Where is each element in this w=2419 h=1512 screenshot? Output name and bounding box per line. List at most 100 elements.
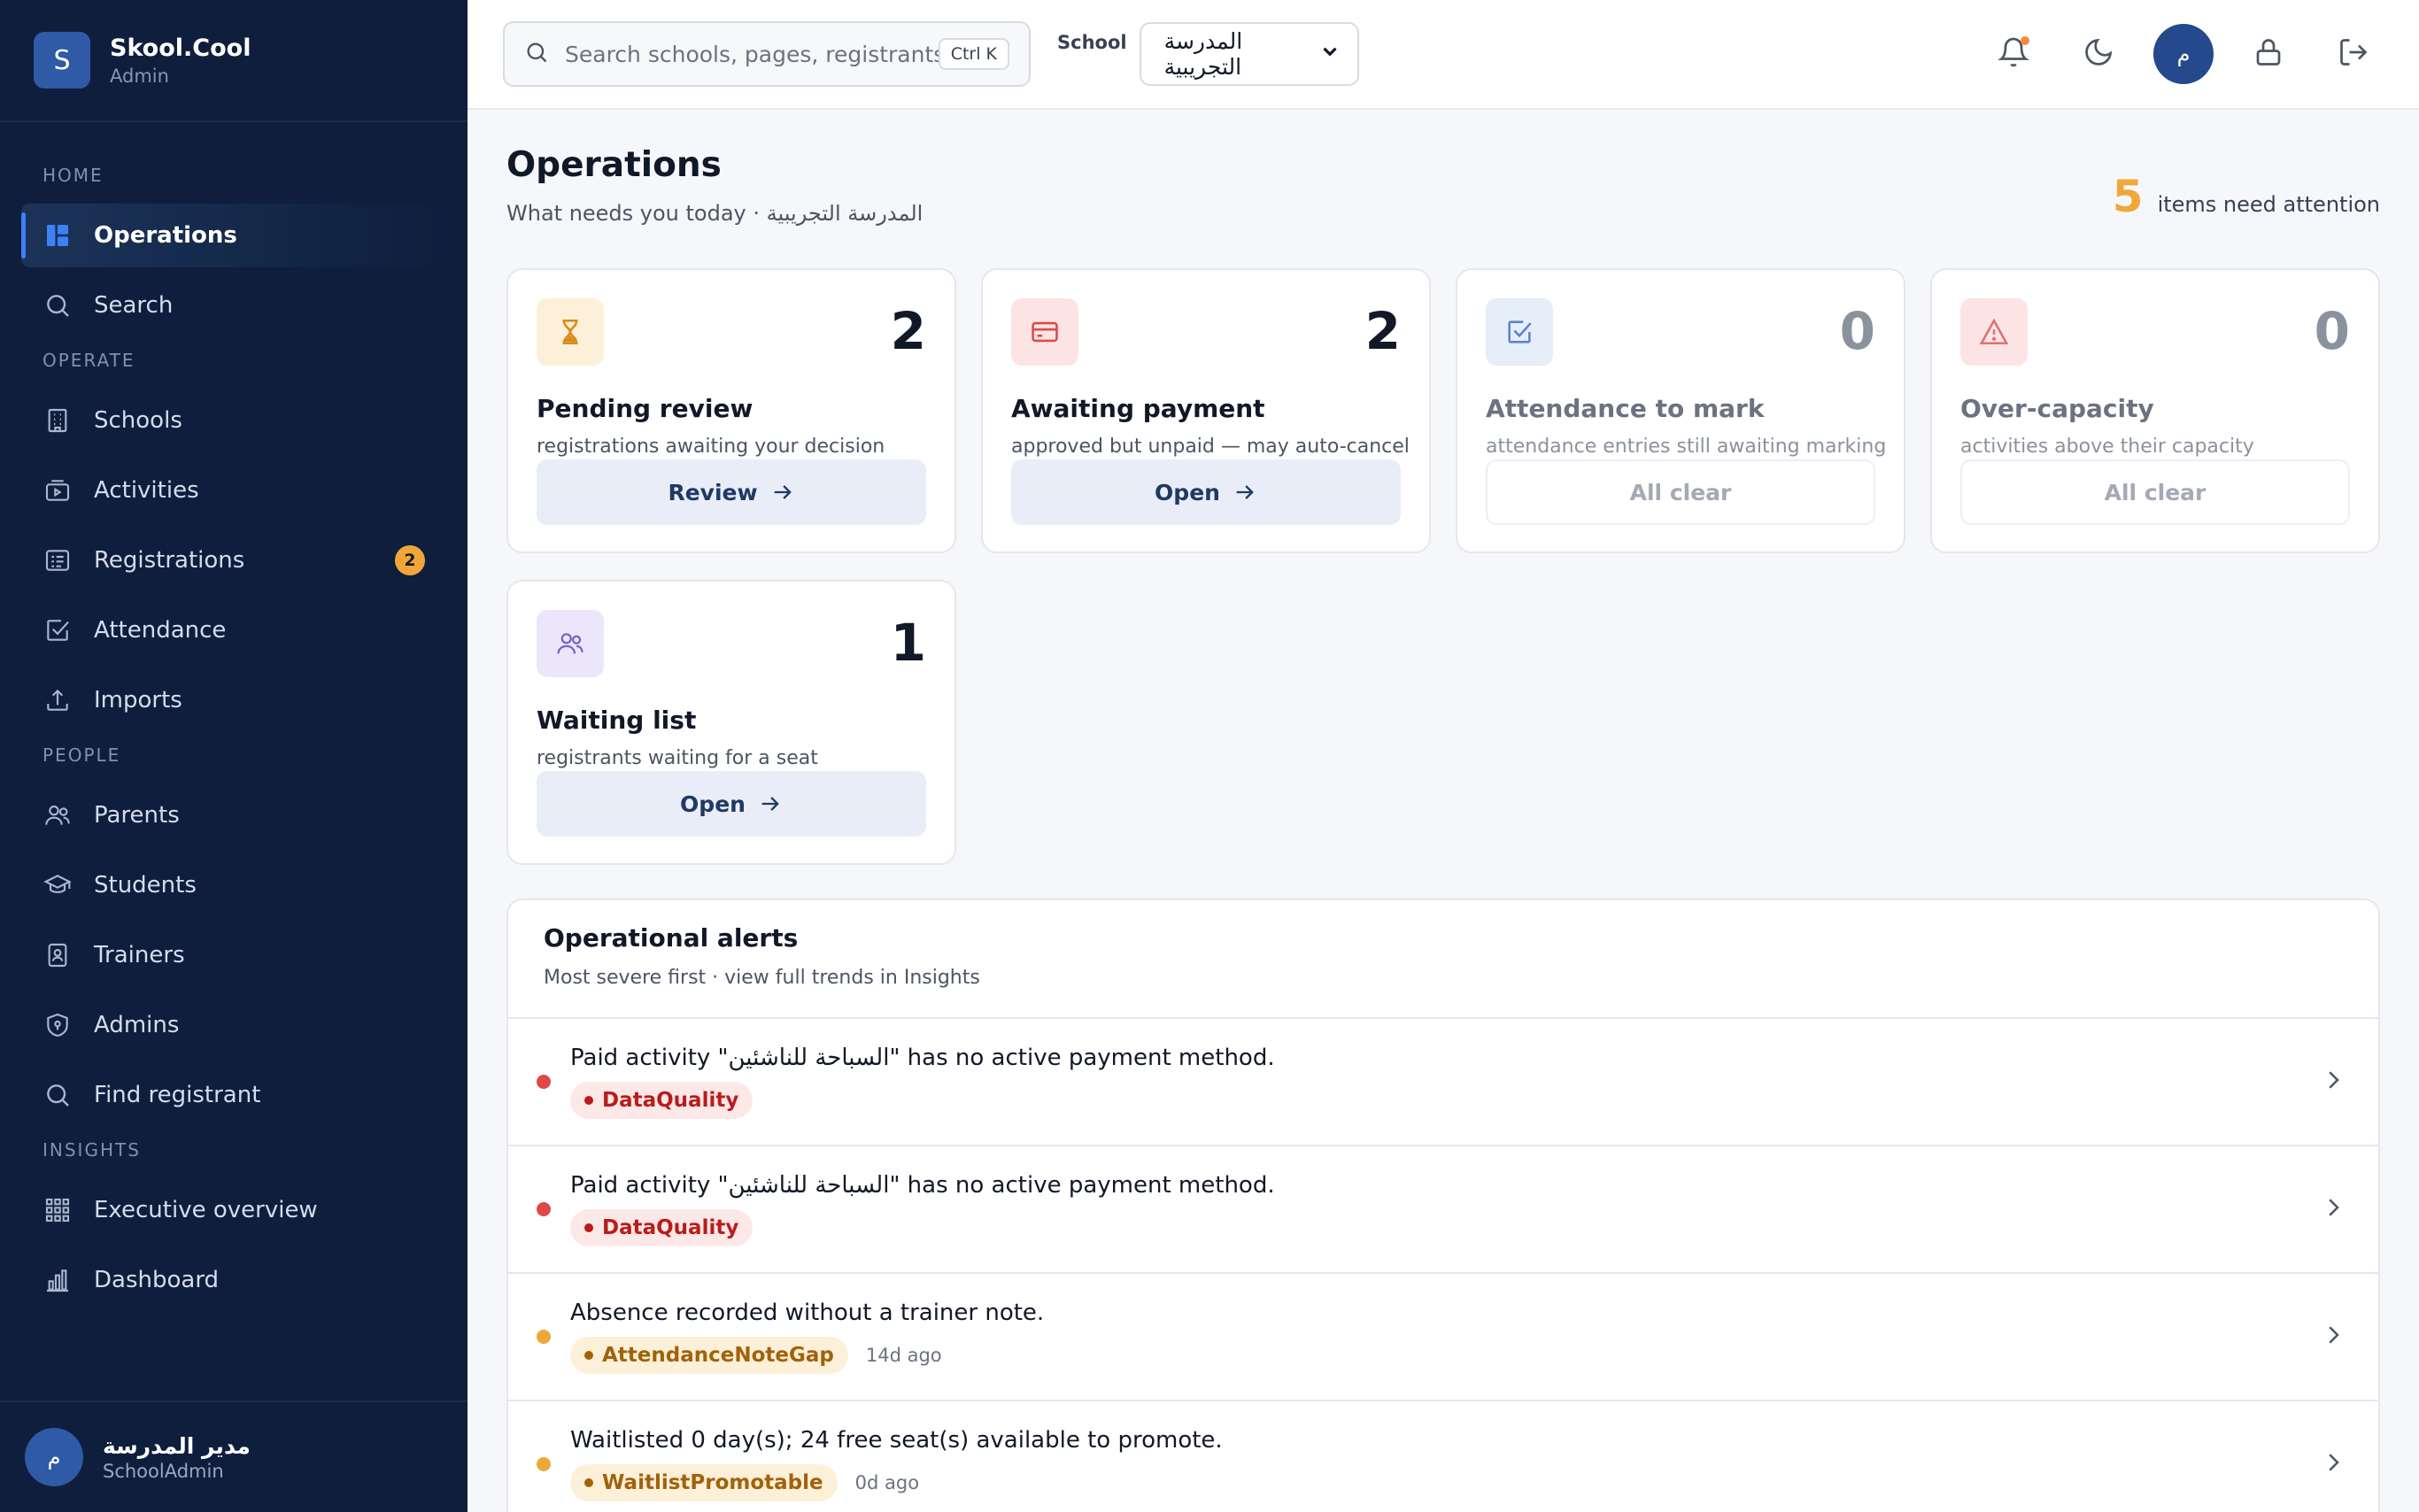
current-user[interactable]: م مدير المدرسة SchoolAdmin — [0, 1400, 468, 1512]
review-button[interactable]: Review — [537, 459, 926, 525]
sidebar-item-imports[interactable]: Imports — [21, 668, 446, 732]
sidebar-item-executive-overview[interactable]: Executive overview — [21, 1178, 446, 1242]
sidebar-item-search[interactable]: Search — [21, 274, 446, 337]
alerts-title: Operational alerts — [544, 923, 799, 953]
nav-group-people: PEOPLE Parents Students Trainers Admins Find … — [0, 744, 468, 1127]
alert-row[interactable]: Paid activity "السباحة للناشئين" has no … — [508, 1019, 2378, 1146]
task-card-pending-review: 2 Pending review registrations awaiting … — [506, 268, 956, 553]
check-square-icon — [1486, 298, 1553, 366]
sidebar-item-label: Registrations — [94, 547, 245, 574]
severity-dot — [537, 1075, 551, 1089]
tag-dot — [584, 1478, 593, 1487]
sidebar-item-label: Operations — [94, 222, 237, 249]
card-count: 0 — [2314, 301, 2350, 361]
chevron-right-icon — [2320, 1449, 2346, 1479]
sidebar-item-label: Activities — [94, 477, 199, 504]
alert-row[interactable]: Paid activity "السباحة للناشئين" has no … — [508, 1146, 2378, 1274]
grid-icon — [43, 1195, 73, 1225]
arrow-right-icon — [1233, 480, 1257, 505]
search-icon — [524, 40, 549, 68]
card-title: Attendance to mark — [1486, 394, 1765, 423]
sidebar-item-dashboard[interactable]: Dashboard — [21, 1248, 446, 1312]
avatar: م — [25, 1428, 83, 1486]
alert-tag: DataQuality — [570, 1082, 754, 1119]
building-icon — [43, 405, 73, 436]
sidebar-item-students[interactable]: Students — [21, 853, 446, 917]
users-icon — [43, 800, 73, 830]
alert-row[interactable]: Waitlisted 0 day(s); 24 free seat(s) ava… — [508, 1401, 2378, 1512]
chevron-down-icon — [1318, 40, 1341, 68]
alert-tag: WaitlistPromotable — [570, 1464, 838, 1501]
sidebar-item-schools[interactable]: Schools — [21, 389, 446, 452]
nav-group-label: INSIGHTS — [43, 1139, 141, 1161]
shortcut-hint: Ctrl K — [938, 38, 1009, 70]
main-content: Operations What needs you today · المدرس… — [468, 110, 2419, 1512]
page-subtitle: What needs you today · المدرسة التجريبية — [506, 201, 924, 226]
sidebar-item-operations[interactable]: Operations — [21, 204, 446, 267]
card-description: activities above their capacity — [1960, 436, 2254, 458]
open-button[interactable]: Open — [537, 771, 926, 837]
card-count: 2 — [1364, 301, 1401, 361]
logout-button[interactable] — [2323, 24, 2384, 84]
alert-row[interactable]: Absence recorded without a trainer note.… — [508, 1274, 2378, 1401]
alert-tag: DataQuality — [570, 1209, 754, 1246]
tag-dot — [584, 1096, 593, 1105]
alert-tag: AttendanceNoteGap — [570, 1337, 848, 1374]
all-clear-button: All clear — [1486, 459, 1875, 525]
alert-text: Paid activity "السباحة للناشئين" has no … — [570, 1172, 1275, 1199]
alert-text: Paid activity "السباحة للناشئين" has no … — [570, 1045, 1275, 1071]
warning-icon — [1960, 298, 2028, 366]
nav-group-label: PEOPLE — [43, 744, 121, 766]
sidebar-item-label: Dashboard — [94, 1267, 220, 1293]
notifications-button[interactable] — [1983, 24, 2044, 84]
topbar: Search schools, pages, registrants... Ct… — [468, 0, 2419, 110]
card-button-label: All clear — [2104, 479, 2206, 505]
card-button-label: Open — [680, 791, 746, 817]
alert-tag-label: AttendanceNoteGap — [602, 1344, 834, 1367]
theme-toggle-button[interactable] — [2068, 24, 2129, 84]
school-select-value: المدرسة التجريبية — [1163, 28, 1243, 80]
brand: S Skool.Cool Admin — [0, 0, 468, 122]
chevron-right-icon — [2320, 1322, 2346, 1352]
notification-dot — [2021, 36, 2029, 45]
task-card-over-capacity: 0 Over-capacity activities above their c… — [1930, 268, 2380, 553]
card-description: registrants waiting for a seat — [537, 747, 818, 769]
upload-icon — [43, 685, 73, 715]
brand-logo: S — [34, 32, 90, 89]
nav-group-operate: OPERATE Schools Activities Registrations 2 At… — [0, 350, 468, 732]
search-input[interactable]: Search schools, pages, registrants... Ct… — [503, 21, 1031, 87]
hourglass-icon — [537, 298, 604, 366]
school-select[interactable]: المدرسة التجريبية — [1139, 22, 1359, 86]
open-button[interactable]: Open — [1011, 459, 1401, 525]
sidebar-item-attendance[interactable]: Attendance — [21, 598, 446, 662]
logout-icon — [2338, 36, 2369, 72]
card-title: Pending review — [537, 394, 754, 423]
sidebar-item-label: Students — [94, 872, 197, 899]
sidebar-item-admins[interactable]: Admins — [21, 993, 446, 1057]
nav-group-insights: INSIGHTS Executive overview Dashboard — [0, 1139, 468, 1312]
card-button-label: All clear — [1629, 479, 1732, 505]
list-icon — [43, 545, 73, 575]
sidebar-item-trainers[interactable]: Trainers — [21, 923, 446, 987]
sidebar: S Skool.Cool Admin HOME Operations Search O… — [0, 0, 468, 1512]
lock-button[interactable] — [2238, 24, 2299, 84]
bar-chart-icon — [43, 1265, 73, 1295]
checkbox-icon — [43, 615, 73, 645]
card-description: approved but unpaid — may auto-cancel — [1011, 436, 1410, 458]
severity-dot — [537, 1330, 551, 1344]
user-avatar-button[interactable]: م — [2153, 24, 2214, 84]
severity-dot — [537, 1457, 551, 1471]
sidebar-item-label: Find registrant — [94, 1082, 261, 1108]
sidebar-item-activities[interactable]: Activities — [21, 459, 446, 522]
all-clear-button: All clear — [1960, 459, 2350, 525]
sidebar-item-find-registrant[interactable]: Find registrant — [21, 1063, 446, 1127]
lock-icon — [2253, 36, 2284, 72]
alert-tag-label: DataQuality — [602, 1216, 739, 1239]
task-card-waiting-list: 1 Waiting list registrants waiting for a… — [506, 580, 956, 865]
sidebar-item-parents[interactable]: Parents — [21, 783, 446, 847]
card-title: Awaiting payment — [1011, 394, 1265, 423]
nav-group-label: OPERATE — [43, 350, 135, 371]
sidebar-item-registrations[interactable]: Registrations 2 — [21, 528, 446, 592]
attention-label: items need attention — [2157, 192, 2380, 217]
arrow-right-icon — [770, 480, 795, 505]
